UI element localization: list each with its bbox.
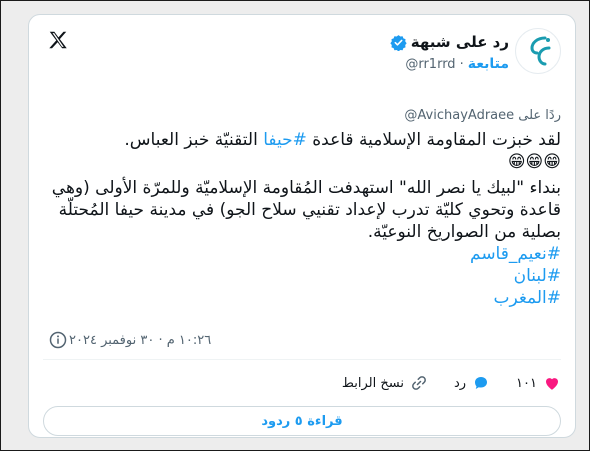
emoji-row: 😁😁😁 (507, 152, 561, 172)
tweet-line-1: لقد خبزت المقاومة الإسلامية قاعدة #حيفا … (39, 129, 561, 151)
read-replies-button[interactable]: قراءة ٥ ردود (43, 406, 561, 436)
x-logo-icon[interactable] (47, 29, 69, 51)
avatar[interactable] (515, 28, 561, 74)
reply-mention[interactable]: @AvichayAdraee (404, 108, 514, 123)
tweet-text: لقد خبزت المقاومة الإسلامية قاعدة #حيفا … (39, 129, 561, 309)
reply-label: رد (453, 375, 467, 391)
tweet-timestamp[interactable]: ١٠:٢٦ م · ٣٠ نوفمبر ٢٠٢٤ (69, 333, 211, 348)
author-name[interactable]: رد على شبهة (411, 33, 509, 51)
tweet-text-part: لقد خبزت المقاومة الإسلامية قاعدة (306, 130, 561, 150)
hashtag-haifa[interactable]: #حيفا (263, 130, 307, 150)
reply-button[interactable]: رد (454, 374, 490, 392)
author-handle[interactable]: @rr1rrd (405, 57, 455, 72)
reply-context: ردًا على @AvichayAdraee (404, 108, 561, 123)
hashtag-naim-qassem[interactable]: #نعيم_قاسم (470, 244, 561, 264)
like-count: ١٠١ (516, 375, 537, 391)
separator-dot: · (459, 56, 464, 72)
info-icon[interactable] (49, 331, 67, 349)
copy-link-label: نسخ الرابط (341, 375, 404, 391)
heart-icon (546, 378, 558, 390)
author-block: رد على شبهة متابعة · @rr1rrd (390, 33, 509, 72)
verified-badge-icon (390, 34, 407, 51)
tweet-text-part: التقنيّة خبز العباس. (124, 130, 264, 150)
divider (43, 359, 561, 360)
hashtag-morocco[interactable]: #المغرب (493, 288, 561, 308)
action-bar: ١٠١ رد نسخ الرابط (316, 374, 561, 392)
reply-bubble-icon (475, 377, 488, 389)
like-button[interactable]: ١٠١ (516, 374, 561, 392)
rr-logo-icon (530, 36, 551, 66)
tweet-paragraph-2: بنداء "لبيك يا نصر الله" استهدفت المُقاو… (51, 178, 561, 242)
tweet-card: رد على شبهة متابعة · @rr1rrd ردًا على @A… (28, 14, 576, 438)
follow-button[interactable]: متابعة (468, 56, 509, 72)
link-icon (412, 376, 426, 390)
copy-link-button[interactable]: نسخ الرابط (342, 374, 428, 392)
hashtag-lebanon[interactable]: #لبنان (514, 266, 561, 286)
reply-prefix: ردًا على (518, 108, 561, 123)
